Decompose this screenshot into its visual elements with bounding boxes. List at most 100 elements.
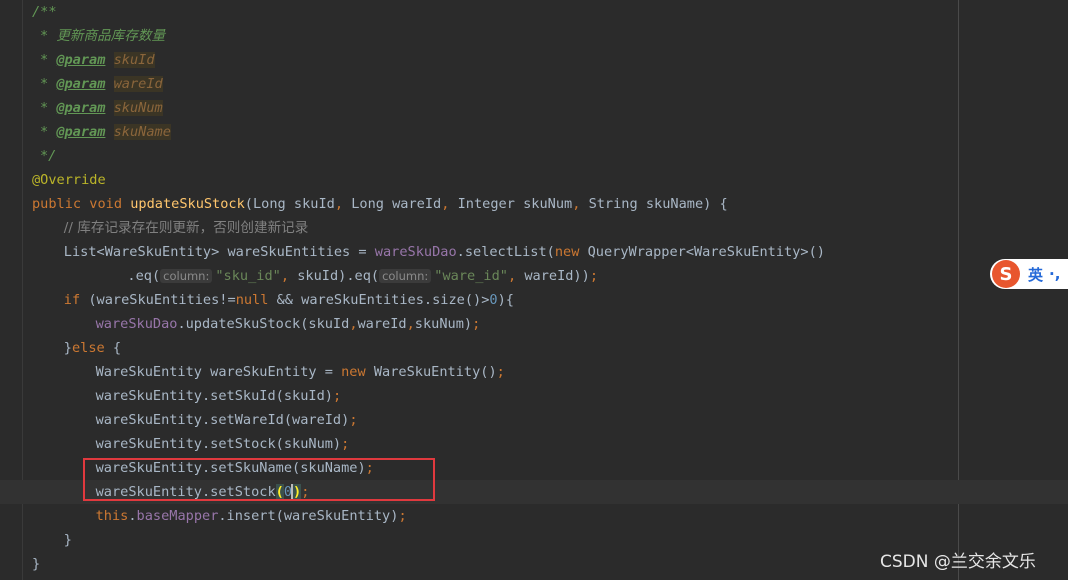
code-token: @param (56, 124, 106, 140)
code-token: { (112, 340, 122, 356)
ime-toolbar[interactable]: S 英 ·, (990, 259, 1068, 289)
code-line[interactable]: List<WareSkuEntity> wareSkuEntities = wa… (64, 240, 825, 264)
code-token: ; (332, 388, 342, 404)
code-token: wareSkuEntity.setStock(skuNum) (95, 436, 342, 452)
code-token: column: (379, 269, 432, 283)
code-token: WareSkuEntity() (373, 364, 497, 380)
code-token: * (39, 76, 57, 92)
code-token: wareSkuDao (374, 244, 457, 260)
ime-punctuation-toggle[interactable]: ·, (1049, 265, 1060, 283)
code-token: if (63, 292, 89, 308)
code-token: * (39, 100, 57, 116)
code-token: skuNum) (414, 316, 473, 332)
code-token: String skuName) { (588, 196, 728, 212)
code-token: Long wareId (351, 196, 442, 212)
code-line[interactable]: } (32, 552, 40, 576)
code-token: wareId)) (524, 268, 590, 284)
code-token: new (341, 364, 374, 380)
code-line[interactable]: this.baseMapper.insert(wareSkuEntity); (96, 504, 407, 528)
code-token: wareSkuDao (95, 316, 178, 332)
code-token: } (32, 556, 41, 572)
code-token: } (63, 532, 72, 548)
code-token: List<WareSkuEntity> wareSkuEntities = (63, 244, 375, 260)
code-line[interactable]: * @param skuNum (40, 96, 163, 120)
code-token: wareSkuEntity.setSkuId(skuId) (95, 388, 333, 404)
watermark: CSDN @兰交余文乐 (880, 552, 1036, 572)
code-token: (Long skuId (244, 196, 335, 212)
code-line[interactable]: wareSkuEntity.setWareId(wareId); (96, 408, 358, 432)
code-token: ; (472, 316, 481, 332)
code-line[interactable]: public void updateSkuStock(Long skuId, L… (32, 192, 728, 216)
code-line[interactable]: wareSkuDao.updateSkuStock(skuId,wareId,s… (96, 312, 481, 336)
code-token: else (71, 340, 113, 356)
code-line[interactable]: wareSkuEntity.setStock(skuNum); (96, 432, 350, 456)
code-line[interactable]: WareSkuEntity wareSkuEntity = new WareSk… (96, 360, 505, 384)
code-token: .selectList( (456, 244, 555, 260)
code-line[interactable]: * @param skuName (40, 120, 171, 144)
code-line[interactable]: wareSkuEntity.setSkuId(skuId); (96, 384, 342, 408)
code-token: "ware_id" (434, 268, 508, 284)
code-token: ; (496, 364, 505, 380)
code-token: skuId (113, 52, 155, 68)
sogou-logo-icon[interactable]: S (992, 260, 1020, 288)
code-token: updateSkuStock (130, 196, 245, 212)
code-token: && wareSkuEntities.size()> (276, 292, 490, 308)
code-token: @param (56, 100, 106, 116)
code-line[interactable]: .eq(column: "sku_id", skuId).eq(column: "w… (127, 264, 598, 288)
code-token: wareSkuEntity.setWareId(wareId) (95, 412, 350, 428)
code-token: .eq( (127, 268, 161, 284)
code-token: "sku_id" (215, 268, 281, 284)
code-line[interactable]: /** (32, 0, 57, 24)
code-token: @param (56, 52, 106, 68)
code-token: this (95, 508, 129, 524)
code-token: skuNum (113, 100, 163, 116)
code-line[interactable]: * @param wareId (40, 72, 163, 96)
code-token: @Override (32, 172, 106, 188)
code-token: null (235, 292, 277, 308)
code-token: , (334, 196, 352, 212)
code-line[interactable]: }else { (64, 336, 121, 360)
code-token: public void (32, 196, 131, 212)
code-token: ){ (497, 292, 514, 308)
ime-language-toggle[interactable]: 英 (1028, 264, 1043, 285)
code-line[interactable]: */ (40, 144, 56, 168)
code-token: , (349, 316, 358, 332)
code-token: .updateSkuStock(skuId (177, 316, 350, 332)
code-token: .insert(wareSkuEntity) (218, 508, 399, 524)
code-token: skuName (113, 124, 171, 140)
code-line[interactable]: @Override (32, 168, 106, 192)
code-line[interactable]: * @param skuId (40, 48, 155, 72)
code-line[interactable]: if (wareSkuEntities!=null && wareSkuEnti… (64, 288, 514, 312)
code-token: Integer skuNum (457, 196, 573, 212)
code-line[interactable]: // 库存记录存在则更新，否则创建新记录 (64, 216, 309, 240)
code-token: * (39, 28, 57, 44)
code-token: * (39, 124, 57, 140)
code-token: */ (39, 148, 57, 164)
code-token: ; (589, 268, 598, 284)
code-token: wareId (357, 316, 407, 332)
code-token: , (507, 268, 525, 284)
code-token: baseMapper (136, 508, 219, 524)
code-token: 更新商品库存数量 (56, 28, 166, 44)
code-token: , (441, 196, 458, 212)
code-token: WareSkuEntity wareSkuEntity = (95, 364, 342, 380)
code-token: , (572, 196, 589, 212)
code-token: ; (398, 508, 407, 524)
code-token: @param (56, 76, 106, 92)
code-line[interactable]: * 更新商品库存数量 (40, 24, 165, 48)
code-token: } (63, 340, 72, 356)
code-line[interactable]: } (64, 528, 72, 552)
code-token: ; (341, 436, 350, 452)
annotation-highlight-box (83, 458, 435, 501)
code-token: skuId).eq( (297, 268, 380, 284)
code-token: (wareSkuEntities!= (88, 292, 236, 308)
code-token: * (39, 52, 57, 68)
code-token: . (128, 508, 137, 524)
code-token: ; (349, 412, 358, 428)
code-token: , (280, 268, 298, 284)
code-token: new (554, 244, 588, 260)
